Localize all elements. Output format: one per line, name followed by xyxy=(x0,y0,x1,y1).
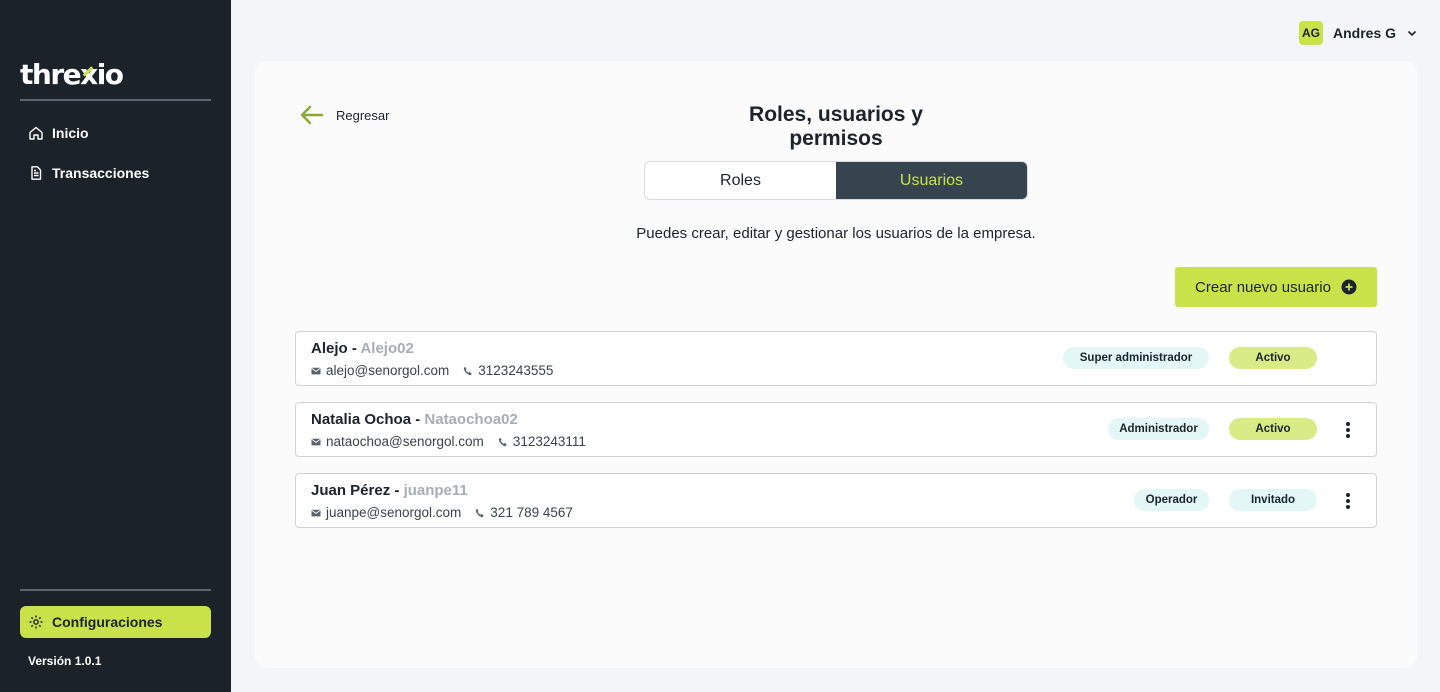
phone-icon xyxy=(476,508,484,517)
main-card: Regresar Roles, usuarios y permisos Role… xyxy=(255,61,1417,668)
tab-usuarios[interactable]: Usuarios xyxy=(836,162,1027,199)
role-badge: Administrador xyxy=(1108,418,1209,440)
status-badge: Activo xyxy=(1229,347,1317,369)
role-badge: Super administrador xyxy=(1063,347,1209,369)
status-badge: Invitado xyxy=(1229,489,1317,511)
mail-icon xyxy=(311,438,321,445)
user-email: nataochoa@senorgol.com xyxy=(326,434,484,449)
page-title: Roles, usuarios y permisos xyxy=(707,103,965,163)
arrow-left-icon xyxy=(300,105,324,125)
app-version: Versión 1.0.1 xyxy=(28,654,102,668)
sidebar-item-label: Configuraciones xyxy=(52,614,163,630)
phone-icon xyxy=(464,366,472,375)
page-subtitle: Puedes crear, editar y gestionar los usu… xyxy=(636,225,1036,242)
back-button[interactable]: Regresar xyxy=(300,105,389,125)
more-options-button[interactable] xyxy=(1340,491,1356,511)
logo-text-part: io xyxy=(96,58,124,91)
user-handle: juanpe11 xyxy=(403,482,468,499)
user-contact: juanpe@senorgol.com 321 789 4567 xyxy=(311,505,573,520)
user-handle: Alejo02 xyxy=(360,340,414,357)
logo-text-part: thre xyxy=(20,58,82,91)
home-icon xyxy=(29,126,43,140)
avatar: AG xyxy=(1299,21,1323,45)
user-name-line: Juan Pérez - juanpe11 xyxy=(311,482,468,499)
user-fullname: Juan Pérez xyxy=(311,482,391,499)
kebab-dot xyxy=(1346,428,1350,432)
user-fullname: Natalia Ochoa xyxy=(311,411,412,428)
phone-icon xyxy=(498,437,507,446)
user-phone: 3123243111 xyxy=(512,434,586,449)
user-row: Juan Pérez - juanpe11 juanpe@senorgol.co… xyxy=(295,473,1377,528)
sidebar: threxio Inicio Transacciones Configuraci… xyxy=(0,0,231,692)
role-badge: Operador xyxy=(1134,489,1209,511)
user-phone: 321 789 4567 xyxy=(490,505,573,520)
user-name-line: Natalia Ochoa - Nataochoa02 xyxy=(311,411,518,428)
user-email: juanpe@senorgol.com xyxy=(326,505,462,520)
more-options-button[interactable] xyxy=(1340,420,1356,440)
user-menu[interactable]: AG Andres G xyxy=(1299,21,1418,45)
sidebar-divider-bottom xyxy=(20,589,211,591)
user-handle: Nataochoa02 xyxy=(424,411,518,428)
user-name: Andres G xyxy=(1333,25,1397,41)
gear-icon xyxy=(29,615,43,629)
chevron-down-icon xyxy=(1407,30,1417,37)
user-fullname: Alejo xyxy=(311,340,348,357)
threxio-logo[interactable]: threxio xyxy=(20,58,124,91)
sidebar-item-configuraciones[interactable]: Configuraciones xyxy=(20,606,211,638)
sidebar-item-label: Transacciones xyxy=(52,165,150,181)
user-name-line: Alejo - Alejo02 xyxy=(311,340,414,357)
mail-icon xyxy=(311,509,321,516)
plus-circle-icon xyxy=(1341,279,1357,295)
tab-bar: Roles Usuarios xyxy=(644,161,1028,200)
document-icon xyxy=(31,166,42,180)
user-email: alejo@senorgol.com xyxy=(326,363,450,378)
user-row: Natalia Ochoa - Nataochoa02 nataochoa@se… xyxy=(295,402,1377,457)
back-label: Regresar xyxy=(336,107,390,123)
tab-roles[interactable]: Roles xyxy=(645,162,836,199)
kebab-dot xyxy=(1346,422,1350,426)
kebab-dot xyxy=(1346,493,1350,497)
sidebar-item-transacciones[interactable]: Transacciones xyxy=(20,157,211,189)
status-badge: Activo xyxy=(1229,418,1317,440)
user-row: Alejo - Alejo02 alejo@senorgol.com 31232… xyxy=(295,331,1377,386)
kebab-dot xyxy=(1346,434,1350,438)
sidebar-item-inicio[interactable]: Inicio xyxy=(20,117,211,149)
name-separator: - xyxy=(390,482,404,499)
kebab-dot xyxy=(1346,499,1350,503)
name-separator: - xyxy=(411,411,425,428)
user-phone: 3123243555 xyxy=(478,363,554,378)
logo-text-x: x xyxy=(80,58,98,91)
create-user-label: Crear nuevo usuario xyxy=(1195,278,1331,296)
sidebar-divider-top xyxy=(20,99,211,101)
user-contact: alejo@senorgol.com 3123243555 xyxy=(311,363,553,378)
sidebar-item-label: Inicio xyxy=(52,125,89,141)
kebab-dot xyxy=(1346,505,1350,509)
create-user-button[interactable]: Crear nuevo usuario xyxy=(1175,267,1377,307)
mail-icon xyxy=(311,367,321,374)
user-contact: nataochoa@senorgol.com 3123243111 xyxy=(311,434,586,449)
name-separator: - xyxy=(347,340,361,357)
